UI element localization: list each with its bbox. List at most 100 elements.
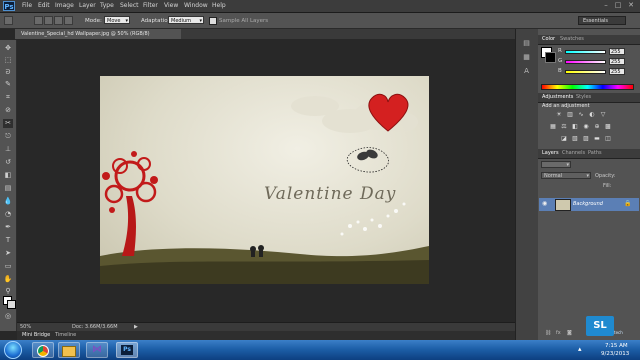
- levels-icon[interactable]: ▥: [566, 111, 574, 119]
- type-tool-icon[interactable]: T: [3, 236, 13, 245]
- menu-select[interactable]: Select: [120, 2, 139, 9]
- quick-selection-tool-icon[interactable]: ✎: [3, 80, 13, 89]
- brush-tool-icon[interactable]: ⎋: [3, 132, 13, 141]
- selective-color-icon[interactable]: ◫: [604, 135, 612, 143]
- crop-tool-icon[interactable]: ⌗: [3, 93, 13, 102]
- add-selection-icon[interactable]: [44, 16, 53, 25]
- exposure-icon[interactable]: ◐: [588, 111, 596, 119]
- status-menu-arrow-icon[interactable]: ▶: [134, 324, 138, 330]
- visual-studio-taskbar-icon[interactable]: ⋈: [86, 342, 108, 358]
- path-selection-tool-icon[interactable]: ➤: [3, 249, 13, 258]
- add-mask-icon[interactable]: ◙: [567, 330, 572, 336]
- green-slider[interactable]: [565, 60, 606, 64]
- valentine-artwork[interactable]: [100, 76, 429, 284]
- close-button[interactable]: ✕: [627, 2, 635, 9]
- link-layers-icon[interactable]: ⛓: [545, 330, 551, 336]
- marquee-tool-icon[interactable]: ⬚: [3, 56, 13, 65]
- content-aware-move-tool-icon[interactable]: [4, 16, 13, 25]
- black-white-icon[interactable]: ◧: [571, 123, 579, 131]
- blend-mode-select[interactable]: Normal: [541, 172, 591, 179]
- menu-edit[interactable]: Edit: [38, 2, 50, 9]
- tab-color[interactable]: Color: [542, 36, 555, 42]
- gradient-map-icon[interactable]: ▬: [593, 135, 601, 143]
- gradient-tool-icon[interactable]: ▤: [3, 184, 13, 193]
- lasso-tool-icon[interactable]: ᘐ: [3, 68, 13, 77]
- color-balance-icon[interactable]: ⚖: [560, 123, 568, 131]
- clone-stamp-tool-icon[interactable]: ⊥: [3, 145, 13, 154]
- blur-tool-icon[interactable]: 💧: [3, 197, 13, 206]
- tab-timeline[interactable]: Timeline: [55, 332, 76, 338]
- photo-filter-icon[interactable]: ◉: [582, 123, 590, 131]
- eraser-tool-icon[interactable]: ◧: [3, 171, 13, 180]
- minimize-button[interactable]: –: [602, 2, 610, 9]
- brightness-contrast-icon[interactable]: ☀: [555, 111, 563, 119]
- subtract-selection-icon[interactable]: [54, 16, 63, 25]
- rectangle-tool-icon[interactable]: ▭: [3, 262, 13, 271]
- zoom-tool-icon[interactable]: ⚲: [3, 287, 13, 296]
- tab-layers[interactable]: Layers: [542, 150, 559, 156]
- threshold-icon[interactable]: ▨: [582, 135, 590, 143]
- background-color-swatch[interactable]: [7, 300, 16, 309]
- red-value-field[interactable]: 255: [609, 48, 625, 55]
- layer-style-icon[interactable]: fx: [556, 330, 561, 336]
- green-value-field[interactable]: 255: [609, 58, 625, 65]
- character-panel-icon[interactable]: A: [521, 66, 532, 76]
- tab-swatches[interactable]: Swatches: [560, 36, 584, 42]
- pen-tool-icon[interactable]: ✒: [3, 223, 13, 232]
- history-brush-tool-icon[interactable]: ↺: [3, 158, 13, 167]
- history-panel-icon[interactable]: ▤: [521, 38, 532, 48]
- move-tool-icon[interactable]: ✥: [3, 44, 13, 53]
- eyedropper-tool-icon[interactable]: ⊘: [3, 106, 13, 115]
- color-lookup-icon[interactable]: ▩: [604, 123, 612, 131]
- document-tab[interactable]: Valentine_Special_hd Wallpaper.jpg @ 50%…: [15, 29, 181, 39]
- invert-icon[interactable]: ◪: [560, 135, 568, 143]
- maximize-button[interactable]: □: [614, 2, 622, 9]
- quick-mask-icon[interactable]: ◎: [3, 312, 13, 321]
- color-background-swatch[interactable]: [545, 52, 556, 63]
- tab-adjustments[interactable]: Adjustments: [542, 94, 573, 100]
- menu-view[interactable]: View: [164, 2, 178, 9]
- new-selection-icon[interactable]: [34, 16, 43, 25]
- layer-filter-select[interactable]: [541, 161, 571, 168]
- tab-mini-bridge[interactable]: Mini Bridge: [22, 332, 50, 338]
- color-spectrum-bar[interactable]: [541, 84, 634, 90]
- layer-name[interactable]: Background: [573, 201, 603, 207]
- layer-visibility-eye-icon[interactable]: ◉: [542, 200, 547, 207]
- patch-tool-icon[interactable]: ✂: [3, 119, 13, 128]
- vibrance-icon[interactable]: ▽: [599, 111, 607, 119]
- hand-tool-icon[interactable]: ✋: [3, 275, 13, 284]
- adaptation-select[interactable]: Medium: [168, 16, 204, 25]
- zoom-level[interactable]: 50%: [20, 324, 31, 330]
- tab-paths[interactable]: Paths: [588, 150, 602, 156]
- blue-slider[interactable]: [565, 70, 606, 74]
- taskbar-clock-time[interactable]: 7:15 AM: [605, 343, 628, 349]
- mode-select[interactable]: Move: [104, 16, 130, 25]
- show-hidden-icons-icon[interactable]: ▴: [578, 345, 582, 353]
- hue-saturation-icon[interactable]: ▦: [549, 123, 557, 131]
- menu-layer[interactable]: Layer: [79, 2, 96, 9]
- intersect-selection-icon[interactable]: [64, 16, 73, 25]
- menu-help[interactable]: Help: [212, 2, 226, 9]
- menu-filter[interactable]: Filter: [143, 2, 158, 9]
- channel-mixer-icon[interactable]: ⊕: [593, 123, 601, 131]
- tab-channels[interactable]: Channels: [562, 150, 585, 156]
- menu-file[interactable]: File: [22, 2, 32, 9]
- posterize-icon[interactable]: ▧: [571, 135, 579, 143]
- taskbar-clock-date[interactable]: 9/23/2013: [601, 351, 629, 357]
- photoshop-taskbar-icon[interactable]: Ps: [116, 342, 138, 358]
- start-button-icon[interactable]: [4, 341, 22, 359]
- chrome-taskbar-icon[interactable]: [32, 342, 54, 358]
- workspace-switcher[interactable]: Essentials: [578, 16, 626, 25]
- sample-all-layers-checkbox[interactable]: [209, 17, 217, 25]
- curves-icon[interactable]: ∿: [577, 111, 585, 119]
- menu-type[interactable]: Type: [100, 2, 114, 9]
- dodge-tool-icon[interactable]: ◔: [3, 210, 13, 219]
- blue-value-field[interactable]: 255: [609, 68, 625, 75]
- menu-image[interactable]: Image: [55, 2, 74, 9]
- tab-styles[interactable]: Styles: [576, 94, 591, 100]
- layers-panel-header: Layers Channels Paths: [538, 149, 640, 159]
- properties-panel-icon[interactable]: ▦: [521, 52, 532, 62]
- menu-window[interactable]: Window: [184, 2, 208, 9]
- explorer-taskbar-icon[interactable]: [58, 342, 80, 358]
- red-slider[interactable]: [565, 50, 606, 54]
